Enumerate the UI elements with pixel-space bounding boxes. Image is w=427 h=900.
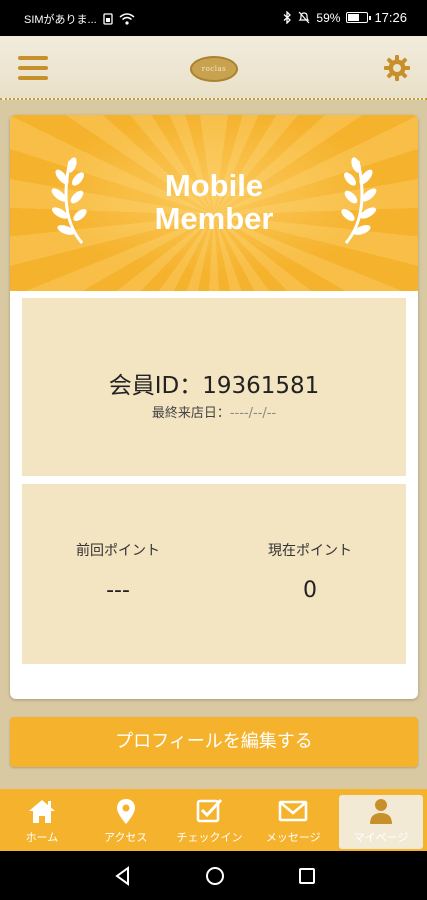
system-nav-bar (0, 851, 427, 900)
nav-item-message[interactable]: メッセージ (251, 789, 335, 851)
home-circle-icon[interactable] (204, 865, 226, 887)
points-panel: 前回ポイント --- 現在ポイント 0 (22, 484, 406, 664)
status-right: 59% 17:26 (283, 10, 407, 25)
nav-label-mypage: マイページ (353, 831, 409, 844)
previous-points-label: 前回ポイント (76, 543, 160, 559)
current-points: 現在ポイント 0 (214, 540, 406, 603)
mute-icon (298, 11, 310, 24)
nav-item-checkin[interactable]: チェックイン (168, 789, 252, 851)
map-pin-icon (116, 799, 135, 824)
current-points-value: 0 (303, 578, 317, 603)
mobile-member-banner: Mobile Member (10, 115, 418, 291)
laurel-right-icon (341, 157, 377, 244)
nav-label-home: ホーム (25, 831, 59, 844)
last-visit: 最終来店日：----/--/-- (22, 402, 406, 421)
back-icon[interactable] (112, 865, 134, 887)
logo-text: roclas (201, 65, 227, 73)
nav-item-home[interactable]: ホーム (0, 789, 84, 851)
edit-profile-button[interactable]: プロフィールを編集する (10, 717, 418, 767)
battery-icon (346, 12, 372, 23)
nav-item-mypage[interactable]: マイページ (339, 795, 423, 849)
hamburger-menu-icon[interactable] (18, 56, 48, 80)
nav-label-message: メッセージ (265, 831, 321, 844)
bottom-nav: ホーム アクセス チェックイン メッセージ マイページ (0, 789, 427, 851)
user-icon (370, 799, 393, 824)
carrier-text: SIMがありま... (24, 14, 97, 26)
bluetooth-icon (283, 11, 292, 24)
checkin-icon (197, 798, 223, 823)
previous-points: 前回ポイント --- (22, 540, 214, 603)
mail-icon (278, 800, 308, 822)
member-card: Mobile Member 会員ID：19361581 最終来店日：----/-… (10, 115, 418, 699)
gear-icon[interactable] (383, 54, 411, 82)
sim-icon (103, 13, 113, 25)
member-id: 会員ID：19361581 (108, 373, 320, 399)
clock: 17:26 (374, 10, 407, 25)
previous-points-value: --- (106, 578, 130, 603)
last-visit-label: 最終来店日： (151, 406, 230, 421)
current-points-label: 現在ポイント (268, 543, 352, 559)
last-visit-value: ----/--/-- (229, 406, 277, 421)
nav-item-access[interactable]: アクセス (84, 789, 168, 851)
home-icon (28, 800, 55, 823)
app-header: roclas (0, 36, 427, 100)
member-id-panel: 会員ID：19361581 最終来店日：----/--/-- (22, 298, 406, 476)
recent-apps-icon[interactable] (296, 865, 318, 887)
nav-label-access: アクセス (103, 831, 148, 844)
battery-percent: 59% (316, 10, 341, 25)
nav-label-checkin: チェックイン (176, 831, 243, 844)
wifi-icon (119, 13, 135, 25)
status-left: SIMがありま... (24, 11, 135, 27)
app-logo: roclas (190, 56, 238, 82)
status-bar: SIMがありま... 59% 17:26 (0, 0, 427, 36)
